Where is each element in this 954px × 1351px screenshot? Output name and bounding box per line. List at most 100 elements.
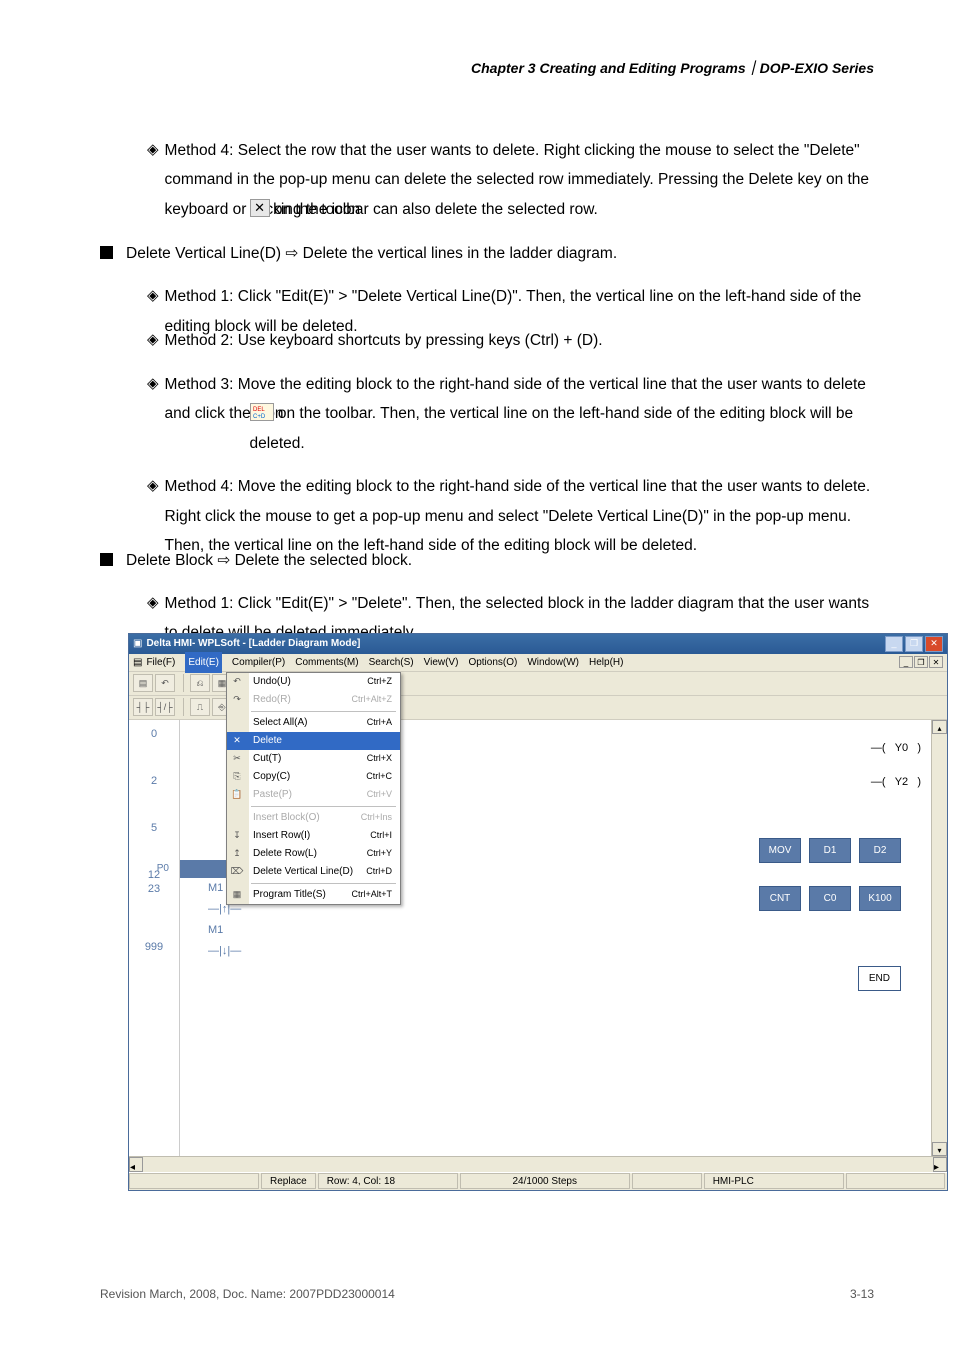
toolbar-icon[interactable]: ┤/├ [155, 698, 175, 716]
copy-icon: ⎘ [230, 770, 244, 784]
mov-src: D1 [809, 838, 851, 863]
vline-method-3: ◈ Method 3: Move the editing block to th… [147, 370, 874, 459]
edit-dropdown-menu: ↶Undo(U)Ctrl+Z ↷Redo(R)Ctrl+Alt+Z Select… [226, 672, 401, 905]
menu-item-undo[interactable]: ↶Undo(U)Ctrl+Z [227, 673, 400, 691]
undo-icon: ↶ [230, 675, 244, 689]
end-instruction: END [858, 966, 901, 991]
scroll-up-button[interactable]: ▴ [932, 720, 947, 734]
menu-separator [251, 711, 396, 712]
menu-item-copy[interactable]: ⎘Copy(C)Ctrl+C [227, 768, 400, 786]
heading-text: Delete Vertical Line(D) ⇨ Delete the ver… [126, 239, 617, 268]
method-4-row-delete: ◈ Method 4: Select the row that the user… [147, 136, 874, 225]
menu-item-select-all[interactable]: Select All(A)Ctrl+A [227, 714, 400, 732]
contact-m1-falling: M1—|↓|— [208, 920, 241, 962]
menu-item-delete-row[interactable]: ↥Delete Row(L)Ctrl+Y [227, 845, 400, 863]
scroll-left-button[interactable]: ◂ [129, 1157, 143, 1172]
menu-item-paste[interactable]: 📋Paste(P)Ctrl+V [227, 786, 400, 804]
menu-separator [251, 883, 396, 884]
status-empty [129, 1173, 259, 1189]
menu-window[interactable]: Window(W) [527, 653, 579, 672]
delete-vline-icon: ⌦ [230, 865, 244, 879]
toolbar-icon[interactable]: ┤├ [133, 698, 153, 716]
diamond-bullet-icon: ◈ [147, 326, 159, 355]
vertical-scrollbar[interactable]: ▴ ▾ [931, 720, 947, 1156]
heading-text: Delete Block ⇨ Delete the selected block… [126, 546, 412, 575]
footer-revision: Revision March, 2008, Doc. Name: 2007PDD… [100, 1287, 395, 1301]
chapter-title: Chapter 3 Creating and Editing Programs [471, 60, 746, 76]
menu-item-cut[interactable]: ✂Cut(T)Ctrl+X [227, 750, 400, 768]
title-icon: ▦ [230, 888, 244, 902]
diamond-bullet-icon: ◈ [147, 282, 159, 312]
diamond-bullet-icon: ◈ [147, 472, 159, 531]
mdi-minimize-button[interactable]: _ [899, 656, 913, 668]
window-titlebar: ▣ Delta HMI- WPLSoft - [Ladder Diagram M… [129, 634, 947, 654]
output-coil-y0: —( Y0 ) [871, 738, 921, 759]
status-steps: 24/1000 Steps [460, 1173, 630, 1189]
menu-item-insert-row[interactable]: ↧Insert Row(I)Ctrl+I [227, 827, 400, 845]
scroll-right-button[interactable]: ▸ [933, 1157, 947, 1172]
menu-compiler[interactable]: Compiler(P) [232, 653, 285, 672]
cut-icon: ✂ [230, 752, 244, 766]
menu-item-delete[interactable]: ✕Delete [227, 732, 400, 750]
row-num: 23 [129, 879, 179, 937]
app-icon: ▣ [133, 634, 142, 653]
mdi-close-button[interactable]: ✕ [929, 656, 943, 668]
toolbar-icon[interactable]: ⎌ [190, 674, 210, 692]
status-mode: Replace [261, 1173, 316, 1189]
maximize-button[interactable]: ❐ [905, 636, 923, 652]
window-title: Delta HMI- WPLSoft - [Ladder Diagram Mod… [146, 634, 883, 653]
square-bullet-icon [100, 553, 113, 566]
diamond-bullet-icon: ◈ [147, 370, 159, 459]
series-name: DOP-EXIO Series [760, 60, 874, 76]
toolbar-icon[interactable]: ▤ [133, 674, 153, 692]
menubar: ▤ File(F) Edit(E) Compiler(P) Comments(M… [129, 654, 947, 672]
redo-icon: ↷ [230, 693, 244, 707]
svg-text:DEL: DEL [253, 407, 265, 413]
row-num: 5 [129, 818, 179, 865]
svg-text:C+D: C+D [253, 414, 266, 420]
delete-vertical-line-heading: Delete Vertical Line(D) ⇨ Delete the ver… [100, 239, 874, 268]
method-4-text-part2: on the toolbar can also delete the selec… [274, 201, 598, 218]
horizontal-scrollbar[interactable]: ◂ ▸ [129, 1156, 947, 1172]
menu-edit[interactable]: Edit(E) [185, 652, 222, 673]
menu-file[interactable]: File(F) [146, 653, 175, 672]
menu-help[interactable]: Help(H) [589, 653, 623, 672]
menu-item-insert-block[interactable]: Insert Block(O)Ctrl+Ins [227, 809, 400, 827]
toolbar-icon[interactable]: ⎍ [190, 698, 210, 716]
row-num: 0 [129, 724, 179, 771]
mdi-restore-button[interactable]: ❐ [914, 656, 928, 668]
menu-comments[interactable]: Comments(M) [295, 653, 358, 672]
cnt-instruction: CNT [759, 886, 801, 911]
header-separator: ｜ [746, 60, 760, 76]
row-number-gutter: 0 2 5 12 P0 23 999 [129, 720, 179, 1156]
page-footer: Revision March, 2008, Doc. Name: 2007PDD… [100, 1287, 874, 1301]
close-button[interactable]: ✕ [925, 636, 943, 652]
footer-page-number: 3-13 [850, 1287, 874, 1301]
vline-method-1: ◈ Method 1: Click "Edit(E)" > "Delete Ve… [147, 282, 874, 312]
toolbar-icon[interactable]: ↶ [155, 674, 175, 692]
menu-item-redo[interactable]: ↷Redo(R)Ctrl+Alt+Z [227, 691, 400, 709]
menu-view[interactable]: View(V) [424, 653, 459, 672]
menu-search[interactable]: Search(S) [369, 653, 414, 672]
delete-vline-toolbar-icon: DELC+D [250, 403, 274, 421]
row-num: 2 [129, 771, 179, 818]
status-position: Row: 4, Col: 18 [318, 1173, 458, 1189]
menu-item-delete-vline[interactable]: ⌦Delete Vertical Line(D)Ctrl+D [227, 863, 400, 881]
menu-item-program-title[interactable]: ▦Program Title(S)Ctrl+Alt+T [227, 886, 400, 904]
delete-row-icon: ↥ [230, 847, 244, 861]
selection-highlight [180, 860, 228, 878]
minimize-button[interactable]: _ [885, 636, 903, 652]
insert-row-icon: ↧ [230, 829, 244, 843]
scroll-down-button[interactable]: ▾ [932, 1142, 947, 1156]
row-num: 999 [129, 937, 179, 984]
app-screenshot: ▣ Delta HMI- WPLSoft - [Ladder Diagram M… [128, 633, 948, 1191]
doc-icon: ▤ [133, 653, 142, 672]
output-coil-y2: —( Y2 ) [871, 772, 921, 793]
diamond-bullet-icon: ◈ [147, 136, 159, 225]
page-header: Chapter 3 Creating and Editing Programs｜… [100, 58, 874, 78]
menu-options[interactable]: Options(O) [468, 653, 517, 672]
delete-icon: ✕ [230, 734, 244, 748]
diamond-bullet-icon: ◈ [147, 589, 159, 619]
status-empty2 [632, 1173, 702, 1189]
cnt-counter: C0 [809, 886, 851, 911]
